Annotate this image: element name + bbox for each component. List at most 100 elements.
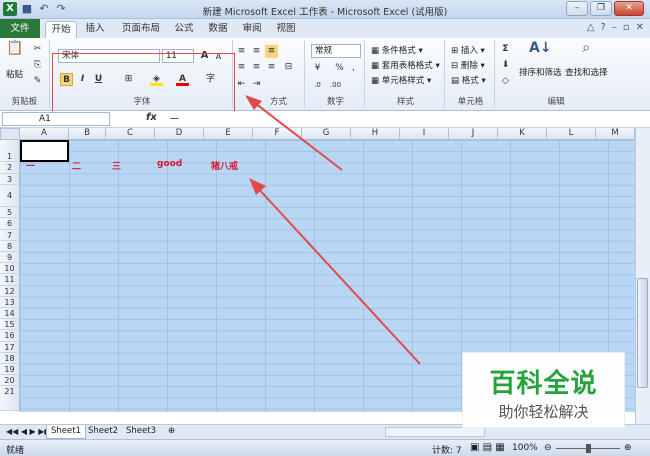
clear-icon[interactable]: ◇ [499,75,512,88]
number-format-select[interactable]: 常规 [311,44,361,58]
format-painter-icon[interactable]: ✎ [31,75,44,88]
zoom-slider-thumb[interactable] [586,444,591,453]
tab-home[interactable]: 开始 [45,21,77,38]
align-bottom-icon[interactable]: ≡ [265,45,278,58]
window-minimize-icon[interactable]: – [612,22,617,33]
row-header-14[interactable]: 14 [0,308,20,320]
col-header-m[interactable]: M [596,128,635,140]
col-header-h[interactable]: H [351,128,400,140]
row-header-3[interactable]: 3 [0,173,20,185]
row-header-9[interactable]: 9 [0,252,20,264]
tab-review[interactable]: 审阅 [238,21,266,38]
percent-button[interactable]: % [333,62,346,75]
currency-icon[interactable]: ¥ [311,62,324,75]
row-header-5[interactable]: 5 [0,207,20,219]
align-top-icon[interactable]: ≡ [235,45,248,58]
align-middle-icon[interactable]: ≡ [250,45,263,58]
format-cells-button[interactable]: ▤ 格式 ▾ [451,74,486,86]
row-header-8[interactable]: 8 [0,240,20,252]
col-header-e[interactable]: E [204,128,253,140]
ribbon-collapse-icon[interactable]: △ [587,22,595,33]
row-header-15[interactable]: 15 [0,319,20,331]
decrease-decimal-icon[interactable]: .00 [329,79,342,92]
decrease-indent-icon[interactable]: ⇤ [235,78,248,91]
help-icon[interactable]: ? [601,22,606,33]
col-header-j[interactable]: J [449,128,498,140]
row-header-7[interactable]: 7 [0,229,20,241]
align-right-icon[interactable]: ≡ [265,61,278,74]
sort-filter-button[interactable]: 排序和筛选 [519,66,562,78]
vertical-scrollbar[interactable] [635,128,650,428]
view-mode-icons[interactable]: ▣ ▤ ▦ [470,442,505,453]
delete-cells-button[interactable]: ⊟ 删除 ▾ [451,59,485,71]
copy-icon[interactable]: ⎘ [31,59,44,72]
increase-indent-icon[interactable]: ⇥ [250,78,263,91]
insert-function-button[interactable]: fx [146,112,157,123]
window-close-icon[interactable]: ✕ [636,22,644,33]
col-header-i[interactable]: I [400,128,449,140]
align-left-icon[interactable]: ≡ [235,61,248,74]
merge-icon[interactable]: ⊟ [282,61,295,74]
tab-page-layout[interactable]: 页面布局 [115,21,167,38]
tab-file[interactable]: 文件 [0,19,40,38]
row-header-13[interactable]: 13 [0,296,20,308]
insert-cells-button[interactable]: ⊞ 插入 ▾ [451,44,485,56]
row-header-20[interactable]: 20 [0,375,20,387]
increase-decimal-icon[interactable]: .0 [311,79,324,92]
tab-view[interactable]: 视图 [272,21,300,38]
row-header-1[interactable]: 1 [0,140,20,163]
row-header-18[interactable]: 18 [0,352,20,364]
window-restore-icon[interactable]: ▫ [623,22,630,33]
conditional-format-button[interactable]: ▦ 条件格式 ▾ [371,44,423,56]
row-header-17[interactable]: 17 [0,341,20,353]
tab-data[interactable]: 数据 [204,21,232,38]
restore-button[interactable]: ❐ [590,1,612,16]
col-header-d[interactable]: D [155,128,204,140]
row-header-2[interactable]: 2 [0,162,20,174]
horizontal-scrollbar[interactable] [385,427,485,437]
minimize-button[interactable]: – [566,1,588,16]
col-header-c[interactable]: C [106,128,155,140]
row-header-21[interactable]: 21 [0,386,20,412]
row-header-4[interactable]: 4 [0,184,20,208]
sheet-tab-2[interactable]: Sheet2 [84,425,122,439]
sheet-tab-3[interactable]: Sheet3 [122,425,160,439]
col-header-a[interactable]: A [20,128,69,140]
col-header-k[interactable]: K [498,128,547,140]
sheet-tab-1[interactable]: Sheet1 [46,425,86,439]
fill-icon[interactable]: ⬇ [499,59,512,72]
row-header-16[interactable]: 16 [0,330,20,342]
sort-filter-icon[interactable]: A↓ [529,41,552,60]
cell-b1-value[interactable]: 二 [72,159,81,172]
col-header-f[interactable]: F [253,128,302,140]
row-header-10[interactable]: 10 [0,263,20,275]
paste-icon[interactable]: 📋 [6,41,24,62]
insert-sheet-icon[interactable]: ⊕ [164,425,179,439]
tab-formulas[interactable]: 公式 [170,21,198,38]
align-center-icon[interactable]: ≡ [250,61,263,74]
row-header-11[interactable]: 11 [0,274,20,286]
zoom-in-icon[interactable]: ⊕ [624,443,632,453]
zoom-level[interactable]: 100% [512,443,538,453]
cell-styles-button[interactable]: ▦ 单元格样式 ▾ [371,74,431,86]
cut-icon[interactable]: ✂ [31,43,44,56]
format-as-table-button[interactable]: ▦ 套用表格格式 ▾ [371,59,440,71]
col-header-g[interactable]: G [302,128,351,140]
select-all-button[interactable] [0,128,20,140]
col-header-b[interactable]: B [69,128,106,140]
zoom-out-icon[interactable]: ⊖ [544,443,552,453]
col-header-l[interactable]: L [547,128,596,140]
find-select-button[interactable]: 查找和选择 [565,66,608,78]
cell-e1-value[interactable]: 猪八戒 [211,159,238,172]
cell-a1-value[interactable]: 一 [26,159,35,172]
autosum-icon[interactable]: Σ [499,43,512,56]
row-header-6[interactable]: 6 [0,218,20,230]
comma-button[interactable]: , [347,62,360,75]
name-box[interactable]: A1 [2,112,110,126]
row-header-19[interactable]: 19 [0,364,20,376]
vertical-scroll-thumb[interactable] [637,278,648,388]
row-header-12[interactable]: 12 [0,285,20,297]
close-button[interactable]: ✕ [614,1,644,16]
cell-d1-value[interactable]: good [157,159,182,169]
find-select-icon[interactable]: ⌕ [577,41,595,60]
